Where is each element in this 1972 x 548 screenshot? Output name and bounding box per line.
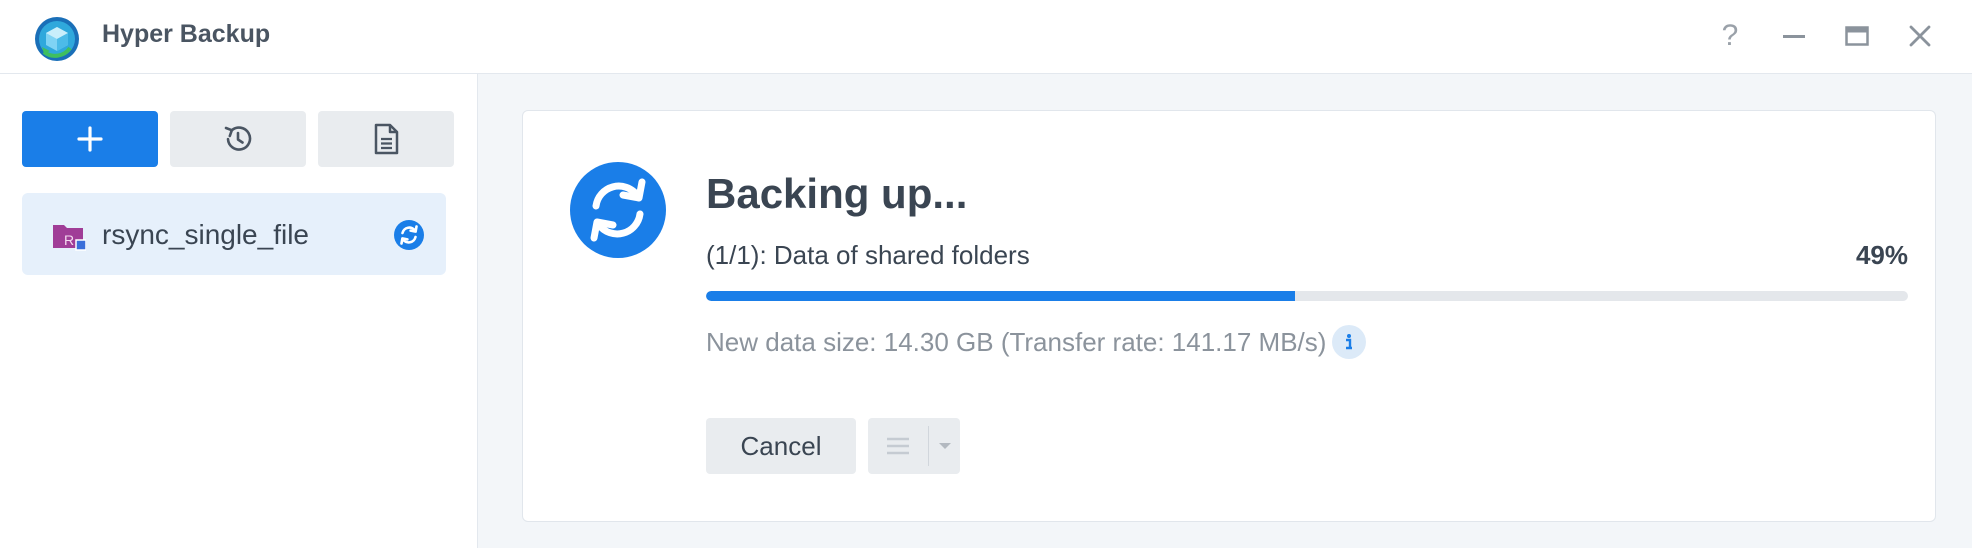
plus-icon (77, 126, 103, 152)
actions-menu-main[interactable] (868, 418, 928, 474)
info-button[interactable] (1332, 325, 1367, 359)
app-title: Hyper Backup (102, 20, 271, 48)
minimize-icon (1783, 35, 1805, 38)
log-button[interactable] (318, 111, 454, 167)
help-icon: ? (1721, 19, 1739, 52)
actions-menu-button[interactable] (868, 418, 960, 474)
restore-history-button[interactable] (170, 111, 306, 167)
sync-running-icon (394, 220, 424, 250)
actions-menu-dropdown[interactable] (929, 441, 960, 451)
task-item-rsync-single-file[interactable]: R rsync_single_file (22, 193, 446, 275)
caret-down-icon (938, 443, 951, 449)
add-task-button[interactable] (22, 111, 158, 167)
rsync-folder-icon: R (53, 225, 86, 251)
close-icon (1909, 25, 1931, 47)
maximize-icon (1845, 26, 1869, 46)
restore-history-icon (224, 126, 252, 151)
sync-arrows-icon (570, 162, 666, 258)
log-document-icon (374, 123, 399, 155)
progress-percent: 49% (1855, 240, 1908, 270)
progress-fill (706, 291, 1295, 301)
status-heading: Backing up... (706, 170, 968, 217)
transfer-details-text: New data size: 14.30 GB (Transfer rate: … (706, 326, 1327, 357)
title-bar: Hyper Backup ? (0, 0, 1972, 74)
task-label: rsync_single_file (102, 219, 309, 250)
minimize-button[interactable] (1776, 18, 1812, 54)
list-menu-icon (887, 437, 909, 455)
maximize-button[interactable] (1839, 18, 1875, 54)
hyper-backup-logo-icon (35, 17, 79, 61)
step-label: (1/1): Data of shared folders (706, 240, 1030, 270)
svg-text:R: R (64, 232, 74, 248)
transfer-details: New data size: 14.30 GB (Transfer rate: … (706, 325, 1367, 359)
progress-bar (706, 291, 1908, 301)
info-icon (1346, 334, 1353, 350)
cancel-button[interactable]: Cancel (706, 418, 856, 474)
help-button[interactable]: ? (1712, 18, 1748, 54)
close-button[interactable] (1902, 18, 1938, 54)
